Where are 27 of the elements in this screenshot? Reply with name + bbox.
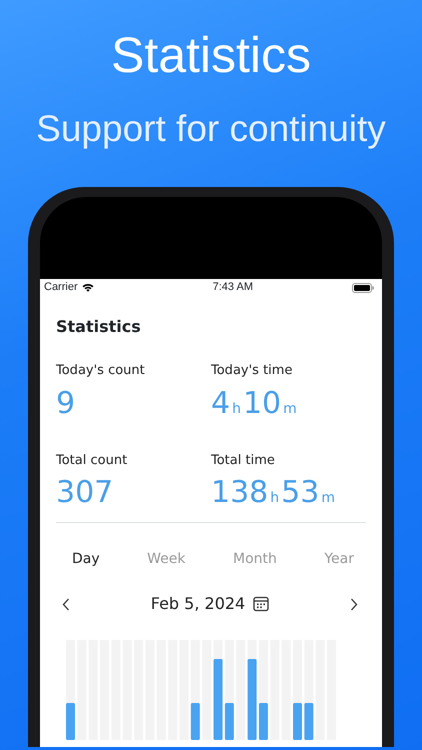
chart-bar (293, 703, 302, 740)
screen-title: Statistics (56, 316, 142, 338)
stat-label: Total time (211, 452, 276, 470)
clock-time: 7:43 AM (212, 280, 253, 296)
date-label: Feb 5, 2024 (150, 593, 246, 615)
chart-bar (224, 703, 234, 740)
stat-value: 4 h 10 m (211, 388, 298, 418)
carrier-label: Carrier (44, 280, 78, 296)
stat-label: Today's time (211, 362, 294, 380)
stat-label: Today's count (56, 362, 146, 380)
battery-icon (352, 282, 374, 292)
stat-label: Total count (56, 452, 128, 470)
stat-value: 307 (56, 478, 114, 508)
chart-bar (258, 703, 268, 740)
calendar-icon[interactable] (253, 596, 270, 612)
promo-subtitle: Support for continuity (35, 110, 387, 147)
period-tab[interactable]: Year (324, 549, 354, 570)
chart-bar (304, 703, 314, 740)
chart-bar (66, 703, 75, 740)
chart-bar (190, 703, 200, 740)
period-tab[interactable]: Day (72, 549, 100, 570)
period-tab[interactable]: Week (147, 549, 186, 570)
stat-value: 9 (56, 388, 76, 418)
promo-title: Statistics (110, 26, 312, 80)
period-tab[interactable]: Month (232, 549, 277, 570)
wifi-icon (82, 283, 94, 292)
stat-value: 138 h 53 m (211, 478, 336, 508)
